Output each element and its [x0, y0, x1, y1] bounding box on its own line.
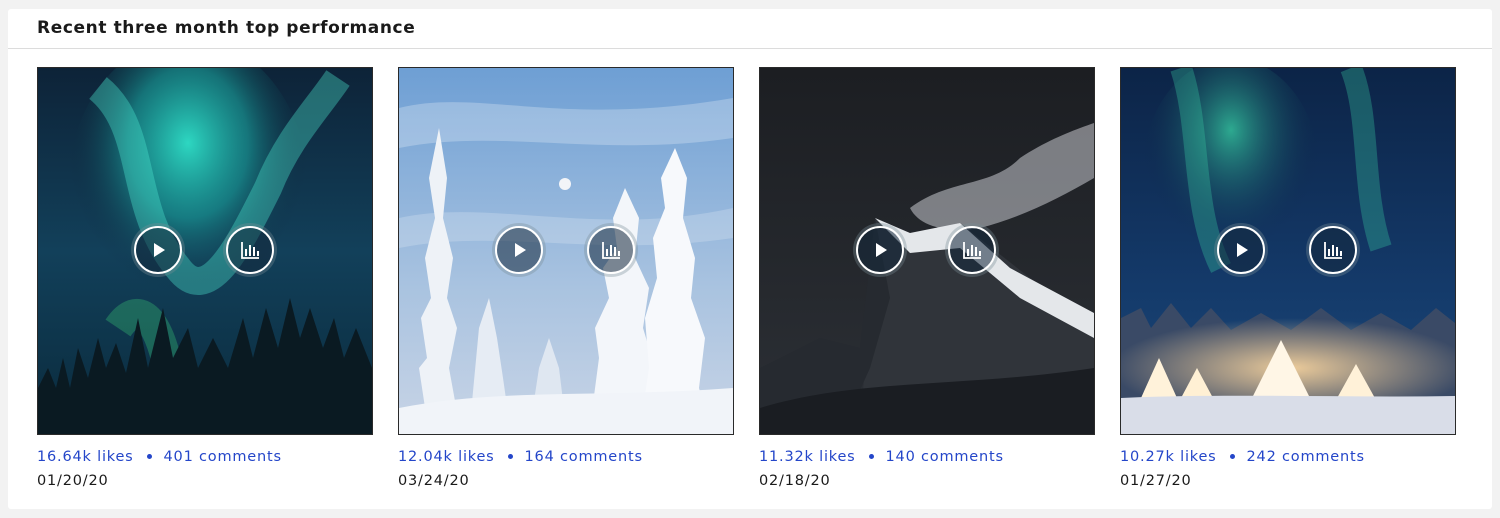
bar-chart-icon: [602, 242, 620, 259]
comments-count[interactable]: 242 comments: [1247, 449, 1365, 465]
engagement-stats: 12.04k likes 164 comments: [398, 449, 643, 465]
play-icon: [876, 243, 887, 257]
likes-count[interactable]: 11.32k likes: [759, 449, 856, 465]
bar-chart-icon: [963, 242, 981, 259]
engagement-stats: 11.32k likes 140 comments: [759, 449, 1004, 465]
play-button[interactable]: [856, 226, 904, 274]
post-thumbnail[interactable]: [1120, 67, 1456, 435]
engagement-stats: 16.64k likes 401 comments: [37, 449, 282, 465]
likes-count[interactable]: 12.04k likes: [398, 449, 495, 465]
separator-dot: [146, 453, 152, 459]
bar-chart-icon: [1324, 242, 1342, 259]
post-thumbnail[interactable]: [759, 67, 1095, 435]
play-button[interactable]: [134, 226, 182, 274]
comments-count[interactable]: 140 comments: [886, 449, 1004, 465]
likes-count[interactable]: 16.64k likes: [37, 449, 134, 465]
post-card-4: 10.27k likes 242 comments 01/27/20: [1120, 67, 1456, 489]
post-card-2: 12.04k likes 164 comments 03/24/20: [398, 67, 734, 489]
play-icon: [154, 243, 165, 257]
stats-button[interactable]: [226, 226, 274, 274]
play-icon: [515, 243, 526, 257]
comments-count[interactable]: 401 comments: [164, 449, 282, 465]
post-card-3: 11.32k likes 140 comments 02/18/20: [759, 67, 1095, 489]
bar-chart-icon: [241, 242, 259, 259]
post-date: 03/24/20: [398, 473, 470, 489]
separator-dot: [507, 453, 513, 459]
post-thumbnail[interactable]: [398, 67, 734, 435]
play-icon: [1237, 243, 1248, 257]
post-date: 01/20/20: [37, 473, 109, 489]
separator-dot: [868, 453, 874, 459]
separator-dot: [1229, 453, 1235, 459]
stats-button[interactable]: [948, 226, 996, 274]
likes-count[interactable]: 10.27k likes: [1120, 449, 1217, 465]
stats-button[interactable]: [1309, 226, 1357, 274]
snowy-trees-moon-photo: [399, 68, 733, 434]
snowy-mountain-clouds-photo: [760, 68, 1094, 434]
play-button[interactable]: [495, 226, 543, 274]
stats-button[interactable]: [587, 226, 635, 274]
play-button[interactable]: [1217, 226, 1265, 274]
post-date: 02/18/20: [759, 473, 831, 489]
engagement-stats: 10.27k likes 242 comments: [1120, 449, 1365, 465]
top-performance-panel: Recent three month top performance 16.64…: [8, 9, 1492, 509]
panel-header: Recent three month top performance: [8, 9, 1492, 49]
comments-count[interactable]: 164 comments: [525, 449, 643, 465]
post-card-1: 16.64k likes 401 comments 01/20/20: [37, 67, 373, 489]
post-thumbnail[interactable]: [37, 67, 373, 435]
panel-title: Recent three month top performance: [37, 18, 416, 38]
aurora-forest-photo: [38, 68, 372, 434]
post-date: 01/27/20: [1120, 473, 1192, 489]
aurora-tipis-photo: [1121, 68, 1455, 434]
